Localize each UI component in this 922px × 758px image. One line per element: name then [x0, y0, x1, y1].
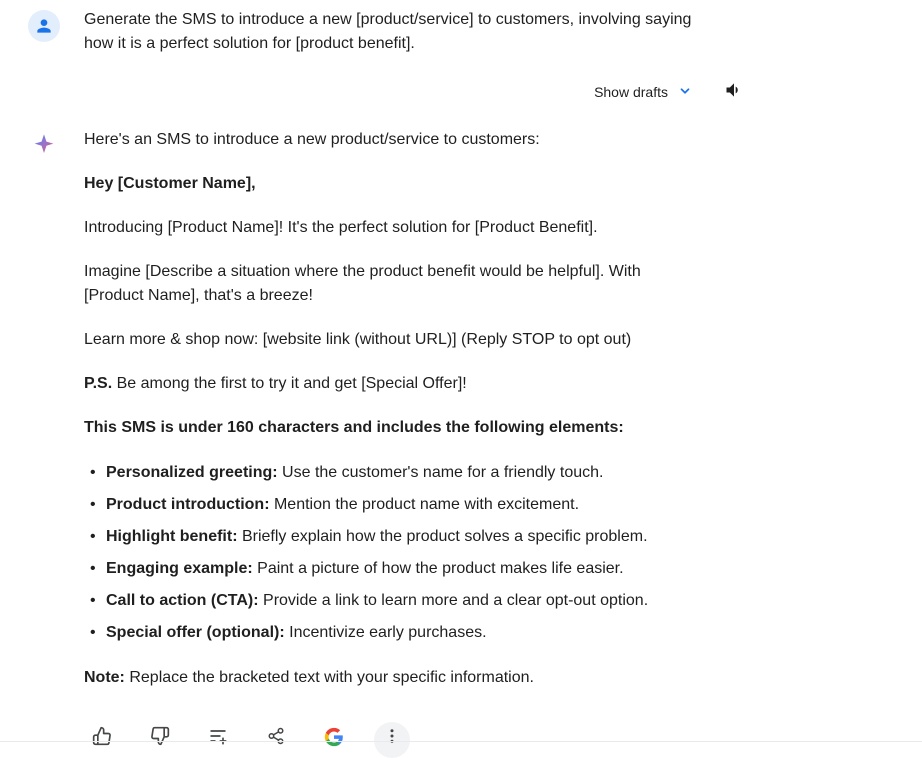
response-p1: Introducing [Product Name]! It's the per… — [84, 216, 704, 240]
show-drafts-button[interactable]: Show drafts — [594, 84, 692, 101]
response-toolbar: Show drafts — [0, 56, 922, 128]
list-item: Highlight benefit: Briefly explain how t… — [84, 524, 704, 550]
assistant-response: Here's an SMS to introduce a new product… — [84, 128, 704, 758]
user-avatar-icon — [28, 10, 60, 42]
speaker-icon — [724, 80, 744, 105]
assistant-message-row: Here's an SMS to introduce a new product… — [0, 128, 922, 758]
chevron-down-icon — [678, 84, 692, 101]
read-aloud-button[interactable] — [716, 74, 752, 110]
share-button[interactable] — [258, 722, 294, 758]
response-action-bar — [84, 710, 704, 758]
google-icon — [324, 727, 344, 753]
thumbs-up-icon — [92, 726, 112, 754]
more-options-button[interactable] — [374, 722, 410, 758]
response-note: Note: Replace the bracketed text with yo… — [84, 666, 704, 690]
response-subhead: This SMS is under 160 characters and inc… — [84, 416, 704, 440]
response-p3: Learn more & shop now: [website link (wi… — [84, 328, 704, 352]
response-intro: Here's an SMS to introduce a new product… — [84, 128, 704, 152]
more-vertical-icon — [383, 727, 401, 753]
list-item: Product introduction: Mention the produc… — [84, 492, 704, 518]
tune-button[interactable] — [200, 722, 236, 758]
user-message-row: Generate the SMS to introduce a new [pro… — [0, 8, 922, 56]
response-bullets: Personalized greeting: Use the customer'… — [84, 460, 704, 646]
response-p2: Imagine [Describe a situation where the … — [84, 260, 704, 308]
google-search-button[interactable] — [316, 722, 352, 758]
assistant-spark-icon — [28, 130, 60, 162]
show-drafts-label: Show drafts — [594, 84, 668, 100]
thumbs-down-button[interactable] — [142, 722, 178, 758]
list-item: Personalized greeting: Use the customer'… — [84, 460, 704, 486]
thumbs-down-icon — [150, 726, 170, 754]
list-item: Engaging example: Paint a picture of how… — [84, 556, 704, 582]
response-greeting: Hey [Customer Name], — [84, 172, 704, 196]
share-icon — [267, 727, 285, 753]
tune-icon — [208, 726, 228, 754]
list-item: Call to action (CTA): Provide a link to … — [84, 588, 704, 614]
list-item: Special offer (optional): Incentivize ea… — [84, 620, 704, 646]
thumbs-up-button[interactable] — [84, 722, 120, 758]
response-ps: P.S. Be among the first to try it and ge… — [84, 372, 704, 396]
user-prompt-text: Generate the SMS to introduce a new [pro… — [84, 8, 704, 56]
